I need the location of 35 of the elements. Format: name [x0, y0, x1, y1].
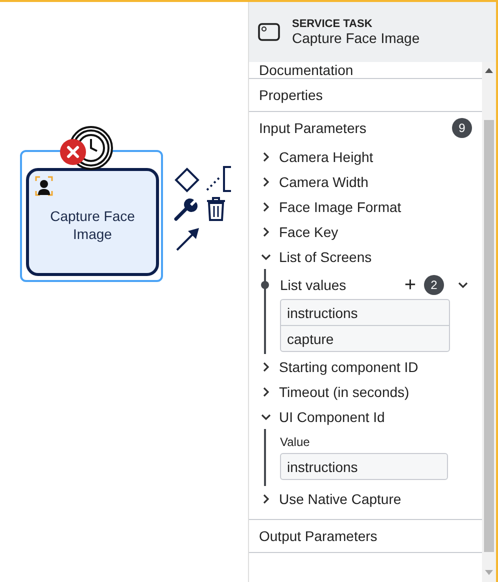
group-title: Properties	[259, 87, 323, 103]
value-field[interactable]: instructions	[280, 453, 448, 480]
diamond-icon[interactable]	[174, 167, 200, 193]
parameter-label[interactable]: Camera Height	[279, 148, 374, 164]
connector-icon[interactable]	[206, 165, 232, 193]
service-task-icon	[258, 21, 280, 43]
element-name: Capture Face Image	[292, 30, 420, 46]
element-type: SERVICE TASK	[292, 18, 374, 30]
parameter-label[interactable]: Camera Width	[279, 174, 368, 190]
chevron-icon	[458, 280, 468, 290]
list-item-field[interactable]: instructions	[281, 300, 449, 326]
list-label: List values	[280, 277, 348, 293]
person-icon	[35, 176, 53, 196]
arrow-icon[interactable]	[175, 226, 201, 252]
group-title: Output Parameters	[259, 528, 378, 544]
parameter-label[interactable]: Face Image Format	[279, 198, 402, 214]
parameter-label[interactable]: Face Key	[279, 224, 338, 240]
parameter-label[interactable]: Use Native Capture	[279, 490, 402, 506]
add-button[interactable]: +	[396, 275, 424, 295]
parameter-label[interactable]: Starting component ID	[279, 358, 418, 374]
count-badge: 2	[424, 275, 444, 295]
task-name: Capture Face Image	[49, 207, 136, 243]
parameter-label[interactable]: List of Screens	[279, 248, 372, 264]
scrollbar[interactable]	[482, 62, 496, 582]
count-badge: 9	[452, 118, 472, 138]
service-task-shape[interactable]: Capture Face Image	[26, 168, 159, 276]
wrench-icon[interactable]	[174, 197, 198, 221]
trash-icon[interactable]	[206, 197, 226, 221]
group-title: Documentation	[259, 63, 354, 77]
list-item-field[interactable]: capture	[281, 326, 449, 351]
parameter-label[interactable]: UI Component Id	[279, 408, 385, 424]
group-title: Input Parameters	[259, 120, 366, 136]
parameter-label[interactable]: Timeout (in seconds)	[279, 384, 410, 400]
value-label: Value	[280, 435, 311, 449]
scroll-up-icon[interactable]	[485, 68, 493, 74]
